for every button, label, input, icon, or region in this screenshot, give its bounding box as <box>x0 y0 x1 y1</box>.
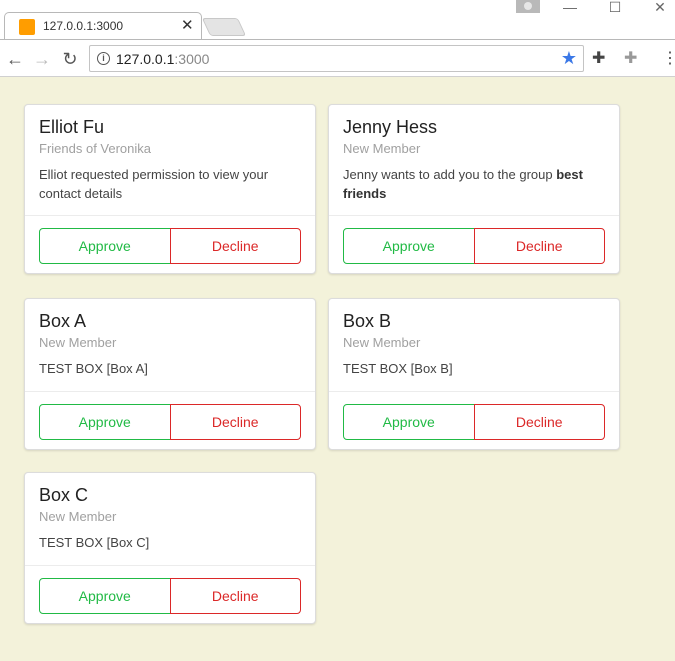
minimize-icon[interactable]: — <box>562 0 578 14</box>
request-card: Box C New Member TEST BOX [Box C] Approv… <box>24 472 316 624</box>
card-content: Box A New Member TEST BOX [Box A] <box>25 299 315 392</box>
card-actions: Approve Decline <box>39 578 301 614</box>
maximize-icon[interactable]: ☐ <box>607 0 623 14</box>
user-icon[interactable] <box>516 0 540 13</box>
request-card: Box A New Member TEST BOX [Box A] Approv… <box>24 298 316 450</box>
card-description: TEST BOX [Box C] <box>39 535 150 550</box>
tab-close-icon[interactable]: ✕ <box>181 16 194 36</box>
approve-button[interactable]: Approve <box>39 228 171 264</box>
request-card: Box B New Member TEST BOX [Box B] Approv… <box>328 298 620 450</box>
card-actions: Approve Decline <box>39 404 301 440</box>
card-header: Elliot Fu <box>39 117 105 137</box>
puzzle-icon[interactable]: ✚ <box>592 49 605 69</box>
browser-titlebar: 127.0.0.1:3000 ✕ — ☐ ✕ <box>0 0 675 40</box>
card-meta: New Member <box>39 335 117 350</box>
reload-icon[interactable]: ↻ <box>60 49 80 69</box>
url-host: 127.0.0.1 <box>116 51 175 67</box>
card-description: TEST BOX [Box A] <box>39 361 148 376</box>
close-window-icon[interactable]: ✕ <box>652 0 668 14</box>
star-icon[interactable]: ★ <box>561 48 577 68</box>
decline-button[interactable]: Decline <box>169 228 301 264</box>
card-actions: Approve Decline <box>343 404 605 440</box>
approve-button[interactable]: Approve <box>39 404 171 440</box>
browser-toolbar: ← → ↻ i 127.0.0.1:3000 ★ ✚ ✚ ⋮ <box>0 39 675 77</box>
approve-button[interactable]: Approve <box>343 404 475 440</box>
card-meta: New Member <box>39 509 117 524</box>
card-description: TEST BOX [Box B] <box>343 361 453 376</box>
request-card: Elliot Fu Friends of Veronika Elliot req… <box>24 104 316 274</box>
card-header: Box A <box>39 311 87 331</box>
card-meta: New Member <box>343 141 421 156</box>
card-description: Elliot requested permission to view your… <box>39 165 301 203</box>
url-text: 127.0.0.1:3000 <box>116 51 209 67</box>
card-header: Box B <box>343 311 392 331</box>
tab-title: 127.0.0.1:3000 <box>43 19 124 33</box>
card-content: Elliot Fu Friends of Veronika Elliot req… <box>25 105 315 216</box>
approve-button[interactable]: Approve <box>39 578 171 614</box>
card-content: Box C New Member TEST BOX [Box C] <box>25 473 315 566</box>
card-header: Jenny Hess <box>343 117 438 137</box>
puzzle-icon[interactable]: ✚ <box>624 49 637 69</box>
decline-button[interactable]: Decline <box>473 228 605 264</box>
forward-arrow-icon[interactable]: → <box>32 49 52 69</box>
kebab-menu-icon[interactable]: ⋮ <box>662 49 675 69</box>
card-description-text: Jenny wants to add you to the group <box>343 167 557 182</box>
card-actions: Approve Decline <box>39 228 301 264</box>
card-header: Box C <box>39 485 89 505</box>
approve-button[interactable]: Approve <box>343 228 475 264</box>
browser-tab[interactable]: 127.0.0.1:3000 ✕ <box>4 12 202 40</box>
card-content: Jenny Hess New Member Jenny wants to add… <box>329 105 619 216</box>
card-actions: Approve Decline <box>343 228 605 264</box>
new-tab-button[interactable] <box>201 18 247 36</box>
info-icon[interactable]: i <box>97 52 110 65</box>
decline-button[interactable]: Decline <box>169 404 301 440</box>
decline-button[interactable]: Decline <box>473 404 605 440</box>
decline-button[interactable]: Decline <box>169 578 301 614</box>
card-meta: Friends of Veronika <box>39 141 152 156</box>
card-content: Box B New Member TEST BOX [Box B] <box>329 299 619 392</box>
card-description: Jenny wants to add you to the group best… <box>343 165 605 203</box>
back-arrow-icon[interactable]: ← <box>5 49 25 69</box>
card-meta: New Member <box>343 335 421 350</box>
card-description-text: Elliot requested permission to view your… <box>39 167 269 201</box>
favicon-icon <box>19 19 35 35</box>
url-port: :3000 <box>174 51 210 67</box>
request-card: Jenny Hess New Member Jenny wants to add… <box>328 104 620 274</box>
address-bar[interactable]: i 127.0.0.1:3000 ★ <box>89 45 584 72</box>
